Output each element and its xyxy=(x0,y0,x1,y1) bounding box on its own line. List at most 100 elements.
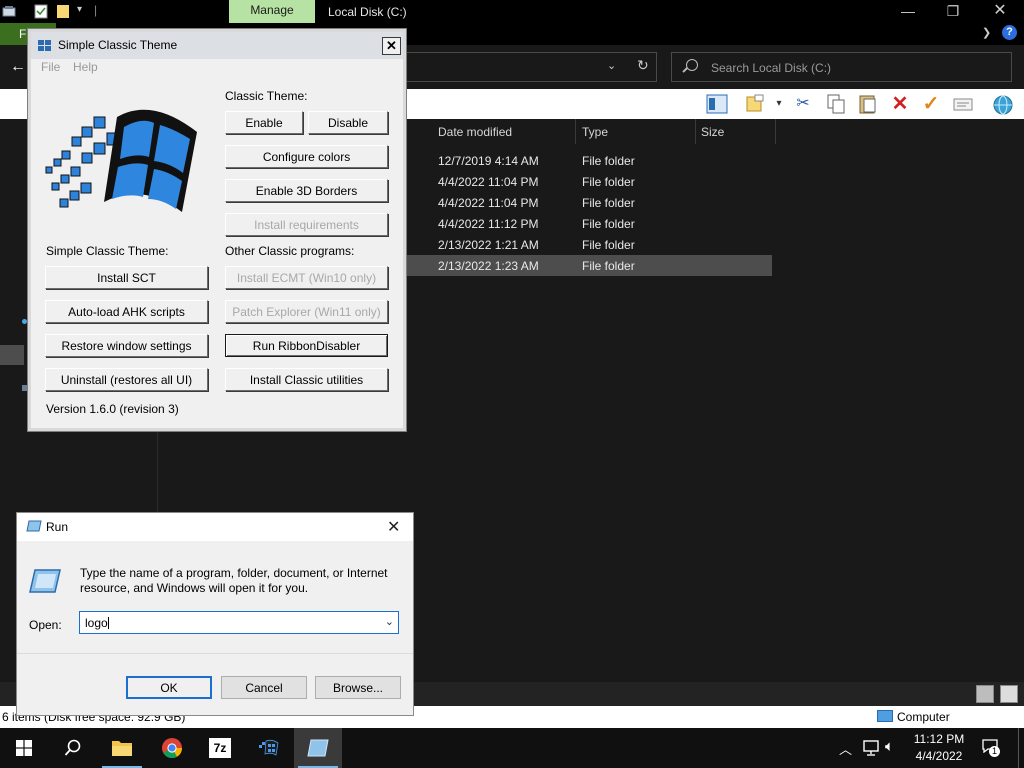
action-center-button[interactable]: 1 xyxy=(980,738,1002,758)
copy-icon[interactable] xyxy=(825,93,847,115)
install-requirements-button[interactable]: Install requirements xyxy=(225,213,388,236)
rename-check-icon[interactable]: ✓ xyxy=(920,93,942,115)
file-row-selected[interactable]: 2/13/2022 1:23 AM File folder xyxy=(405,255,772,276)
run-dialog-icon xyxy=(307,739,329,757)
disable-button[interactable]: Disable xyxy=(308,111,388,134)
search-taskbar-button[interactable] xyxy=(48,728,96,768)
volume-icon[interactable]: 🔈︎ xyxy=(885,738,894,755)
column-size[interactable]: Size xyxy=(701,125,724,139)
network-icon[interactable] xyxy=(862,740,880,756)
file-type: File folder xyxy=(582,259,635,273)
globe-icon[interactable] xyxy=(992,93,1014,115)
run-close-button[interactable]: ✕ xyxy=(387,517,400,537)
open-label: Open: xyxy=(29,618,62,632)
7zip-taskbar-button[interactable]: 7z xyxy=(196,728,244,768)
open-dropdown-icon[interactable]: ⌄ xyxy=(385,615,394,628)
windows-classic-logo-small-icon xyxy=(259,739,279,756)
show-hidden-icons-chevron-icon[interactable]: ︿ xyxy=(839,739,852,758)
search-input[interactable]: Search Local Disk (C:) xyxy=(671,52,1012,82)
install-ecmt-button[interactable]: Install ECMT (Win10 only) xyxy=(225,266,388,289)
search-placeholder: Search Local Disk (C:) xyxy=(711,61,832,75)
cut-icon[interactable]: ✂ xyxy=(792,93,814,115)
help-icon[interactable]: ? xyxy=(1002,25,1017,40)
qat-separator: | xyxy=(94,3,98,17)
uninstall-button[interactable]: Uninstall (restores all UI) xyxy=(45,368,208,391)
sct-taskbar-button[interactable] xyxy=(245,728,293,768)
close-button[interactable]: ✕ xyxy=(977,2,1023,22)
sct-close-button[interactable]: ✕ xyxy=(382,37,401,55)
checklist-icon[interactable] xyxy=(34,4,48,19)
properties-dialog-icon[interactable] xyxy=(952,93,974,115)
refresh-icon[interactable]: ↻ xyxy=(637,57,649,74)
file-row[interactable]: 4/4/2022 11:04 PM File folder xyxy=(405,192,772,213)
folder-options-dropdown-icon[interactable]: ▾ xyxy=(773,93,785,115)
simple-classic-theme-dialog: Simple Classic Theme ✕ File Help Classic… xyxy=(27,28,407,432)
delete-icon[interactable]: ✕ xyxy=(889,93,911,115)
properties-icon[interactable] xyxy=(2,4,16,19)
column-type[interactable]: Type xyxy=(582,125,608,139)
run-program-icon xyxy=(29,569,61,593)
folder-options-icon[interactable] xyxy=(745,93,767,115)
address-dropdown-icon[interactable]: ⌄ xyxy=(607,59,616,72)
details-view-button[interactable] xyxy=(976,685,994,703)
sct-title-bar[interactable]: Simple Classic Theme ✕ xyxy=(31,32,403,59)
run-taskbar-button[interactable] xyxy=(294,728,342,768)
qat-dropdown-icon[interactable]: ▾ xyxy=(77,4,82,15)
sct-menu-bar: File Help xyxy=(31,59,403,77)
file-row[interactable]: 4/4/2022 11:12 PM File folder xyxy=(405,213,772,234)
new-folder-icon[interactable] xyxy=(56,4,70,19)
browse-button[interactable]: Browse... xyxy=(315,676,401,699)
file-type: File folder xyxy=(582,238,635,252)
file-explorer-taskbar-button[interactable] xyxy=(98,728,146,768)
install-sct-button[interactable]: Install SCT xyxy=(45,266,208,289)
patch-explorer-button[interactable]: Patch Explorer (Win11 only) xyxy=(225,300,388,323)
enable-button[interactable]: Enable xyxy=(225,111,303,134)
sct-title: Simple Classic Theme xyxy=(58,38,178,52)
minimize-button[interactable]: — xyxy=(885,2,931,22)
clock-time[interactable]: 11:12 PM xyxy=(908,732,970,746)
menu-file[interactable]: File xyxy=(41,60,60,74)
autoload-ahk-button[interactable]: Auto-load AHK scripts xyxy=(45,300,208,323)
enable-3d-borders-button[interactable]: Enable 3D Borders xyxy=(225,179,388,202)
preview-pane-icon[interactable] xyxy=(706,93,728,115)
run-button-bar: OK Cancel Browse... xyxy=(17,653,413,715)
back-arrow-icon[interactable]: ← xyxy=(10,58,26,76)
maximize-button[interactable]: ❐ xyxy=(930,2,976,22)
column-divider[interactable] xyxy=(775,119,776,144)
version-label: Version 1.6.0 (revision 3) xyxy=(46,402,179,416)
configure-colors-button[interactable]: Configure colors xyxy=(225,145,388,168)
address-bar[interactable] xyxy=(405,52,657,82)
file-date: 2/13/2022 1:23 AM xyxy=(438,259,539,273)
file-row[interactable]: 2/13/2022 1:21 AM File folder xyxy=(405,234,772,255)
run-body: Type the name of a program, folder, docu… xyxy=(17,541,413,653)
file-row[interactable]: 4/4/2022 11:04 PM File folder xyxy=(405,171,772,192)
ribbon-expand-icon[interactable]: ❯ xyxy=(982,26,991,39)
install-classic-utilities-button[interactable]: Install Classic utilities xyxy=(225,368,388,391)
clock-date[interactable]: 4/4/2022 xyxy=(908,749,970,763)
column-date-modified[interactable]: Date modified xyxy=(438,125,512,139)
show-desktop-button[interactable] xyxy=(1018,728,1019,768)
file-type: File folder xyxy=(582,154,635,168)
column-divider[interactable] xyxy=(695,119,696,144)
restore-window-settings-button[interactable]: Restore window settings xyxy=(45,334,208,357)
file-type: File folder xyxy=(582,175,635,189)
computer-icon xyxy=(877,710,893,722)
menu-help[interactable]: Help xyxy=(73,60,98,74)
windows-logo-icon xyxy=(38,40,51,51)
file-date: 12/7/2019 4:14 AM xyxy=(438,154,539,168)
file-row[interactable]: 12/7/2019 4:14 AM File folder xyxy=(405,150,772,171)
start-button[interactable] xyxy=(0,728,48,768)
file-type: File folder xyxy=(582,196,635,210)
manage-tab[interactable]: Manage xyxy=(229,0,315,23)
large-icons-view-button[interactable] xyxy=(1000,685,1018,703)
run-description: Type the name of a program, folder, docu… xyxy=(80,566,388,595)
ok-button[interactable]: OK xyxy=(126,676,212,699)
paste-icon[interactable] xyxy=(857,93,879,115)
run-ribbondisabler-button[interactable]: Run RibbonDisabler xyxy=(225,334,388,357)
chrome-taskbar-button[interactable] xyxy=(148,728,196,768)
nav-pane-selected-item[interactable] xyxy=(0,345,24,365)
column-divider[interactable] xyxy=(575,119,576,144)
open-input[interactable]: logo ⌄ xyxy=(79,611,399,634)
cancel-button[interactable]: Cancel xyxy=(221,676,307,699)
run-title-bar[interactable]: Run ✕ xyxy=(17,513,413,541)
